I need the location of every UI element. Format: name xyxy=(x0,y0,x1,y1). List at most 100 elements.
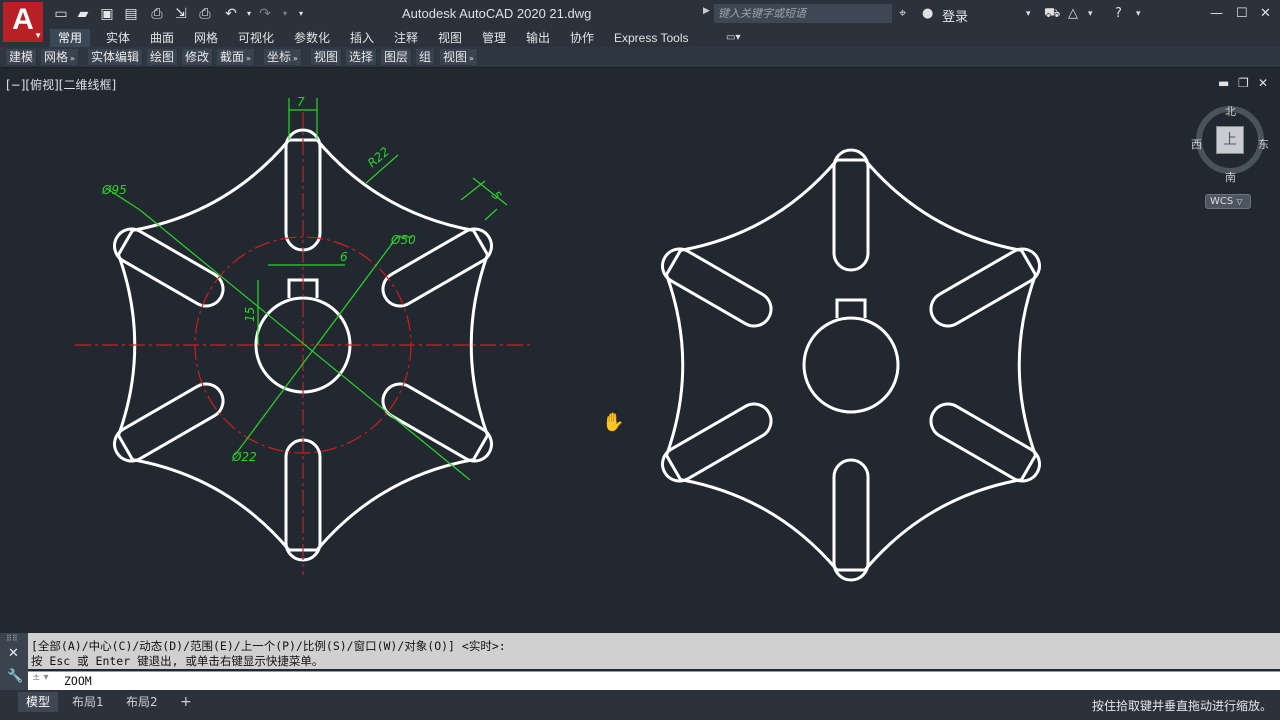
dim-width-7: 7 xyxy=(297,95,305,109)
dim-keyway-15: 15 xyxy=(243,307,257,322)
tab-solid[interactable]: 实体 xyxy=(106,29,130,47)
viewcube-top-face[interactable]: 上 xyxy=(1216,126,1244,154)
open-folder-icon[interactable]: ▰ xyxy=(74,5,92,23)
slot xyxy=(661,247,773,328)
binoculars-icon[interactable]: ⌖ xyxy=(899,5,906,23)
tab-express-tools[interactable]: Express Tools xyxy=(614,29,688,47)
close-command-line-icon[interactable]: ✕ xyxy=(8,646,19,661)
panel-view-2[interactable]: 视图» xyxy=(440,49,478,65)
panel-modeling[interactable]: 建模 xyxy=(6,49,38,65)
panel-label: 视图 xyxy=(314,50,339,64)
slot xyxy=(661,402,773,483)
wcs-menu-button[interactable]: WCS ▽ xyxy=(1205,194,1251,209)
search-input[interactable]: 键入关键字或短语 xyxy=(714,4,892,23)
panel-layers[interactable]: 图层 xyxy=(381,49,413,65)
panel-label: 实体编辑 xyxy=(91,50,140,64)
search-expand-icon[interactable]: ▶ xyxy=(703,6,710,16)
panel-label: 选择 xyxy=(349,50,374,64)
slots xyxy=(661,148,1041,582)
wcs-label: WCS xyxy=(1210,196,1234,207)
command-input[interactable] xyxy=(28,671,1280,690)
import-icon[interactable]: ⇲ xyxy=(172,5,190,23)
grip-icon[interactable]: ⠿⠿ xyxy=(6,634,18,643)
help-icon[interactable]: ? xyxy=(1115,5,1122,23)
command-input-text[interactable]: ZOOM xyxy=(64,674,92,688)
compass-north[interactable]: 北 xyxy=(1225,103,1236,119)
panel-label: 截面 xyxy=(220,50,245,64)
application-menu-button[interactable]: A ▼ xyxy=(3,2,43,42)
undo-icon[interactable]: ↶ xyxy=(222,5,240,23)
tab-view[interactable]: 视图 xyxy=(438,29,462,47)
panel-view[interactable]: 视图 xyxy=(311,49,343,65)
close-icon[interactable]: ✕ xyxy=(1260,5,1271,23)
save-as-icon[interactable]: ▤ xyxy=(122,5,140,23)
export-icon[interactable]: ⎙ xyxy=(148,5,166,23)
compass-south[interactable]: 南 xyxy=(1225,169,1236,185)
tab-output[interactable]: 输出 xyxy=(526,29,550,47)
dim-d22: Ø22 xyxy=(231,450,257,464)
slot xyxy=(832,458,870,582)
compass-west[interactable]: 西 xyxy=(1191,136,1202,152)
chevron-down-icon: » xyxy=(469,54,474,63)
panel-draw[interactable]: 绘图 xyxy=(147,49,179,65)
redo-icon[interactable]: ↷ xyxy=(256,5,274,23)
tab-insert[interactable]: 插入 xyxy=(350,29,374,47)
tab-annotate[interactable]: 注释 xyxy=(394,29,418,47)
tab-visualize[interactable]: 可视化 xyxy=(238,29,274,47)
tab-collaborate[interactable]: 协作 xyxy=(570,29,594,47)
panel-label: 坐标 xyxy=(267,50,292,64)
slot xyxy=(929,402,1041,483)
dimensions xyxy=(105,98,508,481)
command-history-line: 按 Esc 或 Enter 键退出, 或单击右键显示快捷菜单。 xyxy=(31,654,324,668)
tab-layout1[interactable]: 布局1 xyxy=(64,692,112,712)
panel-coordinates[interactable]: 坐标» xyxy=(264,49,302,65)
dim-r22: R22 xyxy=(365,144,392,170)
gear-outline xyxy=(665,158,1037,572)
panel-selection[interactable]: 选择 xyxy=(346,49,378,65)
tab-mesh[interactable]: 网格 xyxy=(194,29,218,47)
slot xyxy=(929,247,1041,328)
keyway xyxy=(835,298,867,318)
panel-solid-editing[interactable]: 实体编辑 xyxy=(88,49,144,65)
pan-hand-cursor-icon: ✋ xyxy=(602,411,624,433)
slot xyxy=(113,382,225,463)
slot xyxy=(832,148,870,272)
panel-label: 组 xyxy=(419,50,432,64)
customize-wrench-icon[interactable]: 🔧 xyxy=(7,669,23,684)
dim-d95: Ø95 xyxy=(101,183,127,197)
tab-home[interactable]: 常用 xyxy=(50,29,91,47)
cart-icon[interactable]: ⛟ xyxy=(1044,5,1060,23)
panel-section[interactable]: 截面» xyxy=(217,49,255,65)
panel-mesh[interactable]: 网格» xyxy=(41,49,79,65)
compass-east[interactable]: 东 xyxy=(1258,136,1269,152)
dim-d50: Ø50 xyxy=(390,233,416,247)
panel-label: 绘图 xyxy=(150,50,175,64)
status-hint: 按住拾取键并垂直拖动进行缩放。 xyxy=(1091,699,1272,713)
new-file-icon[interactable]: ▭ xyxy=(52,5,70,23)
save-icon[interactable]: ▣ xyxy=(98,5,116,23)
drawing-canvas[interactable]: 7 R22 5 Ø95 Ø50 6 15 Ø22 ✋ xyxy=(0,68,1280,630)
add-layout-icon[interactable]: + xyxy=(172,692,200,712)
help-dropdown-icon[interactable]: ▾ xyxy=(1136,5,1141,23)
tab-layout2[interactable]: 布局2 xyxy=(118,692,166,712)
minimize-icon[interactable]: — xyxy=(1210,5,1223,23)
panel-modify[interactable]: 修改 xyxy=(182,49,214,65)
login-dropdown-icon[interactable]: ▾ xyxy=(1026,5,1031,23)
chevron-down-icon: ▽ xyxy=(1236,197,1243,206)
tab-surface[interactable]: 曲面 xyxy=(150,29,174,47)
customize-toolbar-icon[interactable]: ▾ xyxy=(292,5,310,23)
chevron-down-icon: » xyxy=(293,54,298,63)
panel-groups[interactable]: 组 xyxy=(416,49,436,65)
user-icon[interactable]: ● xyxy=(922,5,933,23)
tab-model[interactable]: 模型 xyxy=(18,692,59,712)
ribbon-options-icon[interactable]: ▭▾ xyxy=(726,29,740,47)
tab-parametric[interactable]: 参数化 xyxy=(294,29,330,47)
print-icon[interactable]: ⎙ xyxy=(196,5,214,23)
command-recent-icon[interactable]: ± ▾ xyxy=(32,672,49,683)
login-button[interactable]: 登录 xyxy=(942,6,968,25)
maximize-icon[interactable]: ☐ xyxy=(1236,5,1248,23)
a360-dropdown-icon[interactable]: ▾ xyxy=(1088,5,1093,23)
dim-width-6: 6 xyxy=(340,250,348,264)
a360-icon[interactable]: △ xyxy=(1068,5,1078,23)
tab-manage[interactable]: 管理 xyxy=(482,29,506,47)
